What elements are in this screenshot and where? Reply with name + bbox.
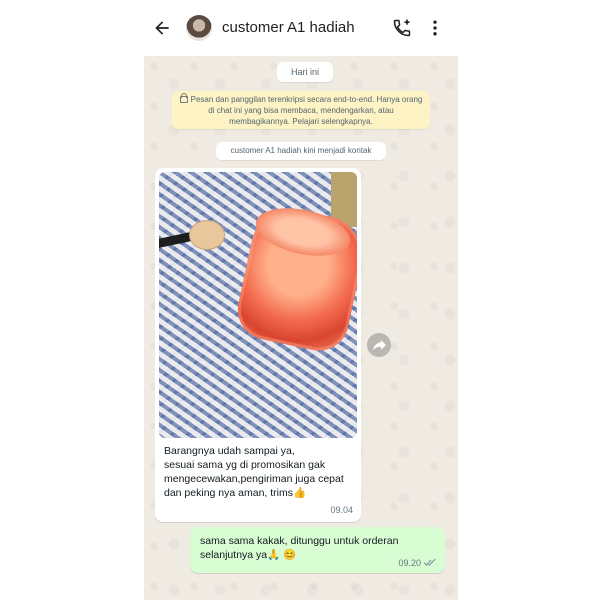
- incoming-message-text: Barangnya udah sampai ya, sesuai sama yg…: [164, 444, 356, 500]
- chat-header: customer A1 hadiah: [144, 0, 458, 57]
- incoming-time: 09.04: [330, 505, 353, 515]
- encryption-notice-text: Pesan dan panggilan terenkripsi secara e…: [190, 95, 423, 126]
- outgoing-message-text: sama sama kakak, ditunggu untuk orderan …: [200, 534, 410, 562]
- outgoing-line: sama sama kakak, ditunggu untuk orderan: [200, 535, 399, 547]
- call-add-icon[interactable]: [392, 18, 412, 38]
- photo-sponge: [189, 220, 225, 250]
- contact-name[interactable]: customer A1 hadiah: [222, 19, 355, 36]
- incoming-line: dan peking nya aman, trims👍: [164, 487, 307, 499]
- outgoing-line: selanjutnya ya🙏 😊: [200, 549, 297, 561]
- forward-icon[interactable]: [367, 333, 391, 357]
- message-photo[interactable]: [159, 172, 357, 438]
- chat-area[interactable]: Hari ini Pesan dan panggilan terenkripsi…: [144, 56, 458, 600]
- phone-screen: customer A1 hadiah Hari ini Pesan dan pa…: [144, 0, 458, 600]
- outgoing-time: 09.20: [398, 558, 421, 568]
- double-check-icon: [423, 558, 436, 567]
- incoming-line: Barangnya udah sampai ya,: [164, 445, 295, 457]
- incoming-line: sesuai sama yg di promosikan gak: [164, 459, 326, 471]
- incoming-line: mengecewakan,pengiriman juga cepat: [164, 473, 344, 485]
- date-chip: Hari ini: [277, 62, 333, 82]
- system-notice: customer A1 hadiah kini menjadi kontak: [216, 142, 386, 160]
- encryption-notice[interactable]: Pesan dan panggilan terenkripsi secara e…: [172, 91, 430, 129]
- lock-icon: [179, 93, 188, 103]
- outgoing-message[interactable]: sama sama kakak, ditunggu untuk orderan …: [190, 527, 445, 573]
- contact-avatar[interactable]: [186, 15, 212, 41]
- arrow-back-icon[interactable]: [152, 18, 172, 38]
- incoming-message[interactable]: Barangnya udah sampai ya, sesuai sama yg…: [155, 168, 361, 522]
- more-vert-icon[interactable]: [429, 18, 441, 38]
